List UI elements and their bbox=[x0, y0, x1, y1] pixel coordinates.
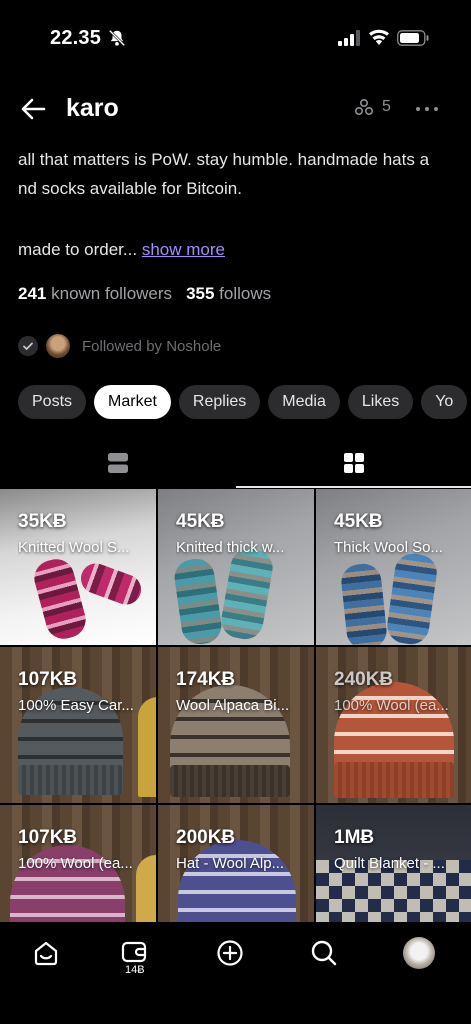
bio-line: nd socks available for Bitcoin. bbox=[18, 179, 242, 198]
product-card[interactable]: 45KɃ Thick Wool So... bbox=[316, 489, 471, 645]
product-price: 240KɃ bbox=[334, 669, 394, 690]
product-card[interactable]: 107KɃ 100% Wool (ea... bbox=[0, 805, 156, 922]
compose-plus-icon[interactable] bbox=[215, 938, 245, 968]
tab-market[interactable]: Market bbox=[94, 385, 171, 419]
show-more-link[interactable]: show more bbox=[142, 240, 225, 259]
product-title: Hat - Wool Alp... bbox=[176, 855, 285, 872]
list-view-button[interactable] bbox=[0, 440, 235, 486]
product-price: 107KɃ bbox=[18, 827, 78, 848]
product-grid: 35KɃ Knitted Wool S... 45KɃ Knitted thic… bbox=[0, 489, 471, 922]
profile-bio: all that matters is PoW. stay humble. ha… bbox=[18, 145, 458, 203]
zap-icon bbox=[354, 98, 374, 116]
product-image bbox=[339, 562, 389, 645]
active-view-indicator bbox=[236, 486, 471, 488]
tab-replies[interactable]: Replies bbox=[178, 385, 261, 419]
followers-label: known followers bbox=[51, 284, 173, 303]
product-title: 100% Wool (ea... bbox=[18, 855, 133, 872]
product-card[interactable]: 107KɃ 100% Easy Car... bbox=[0, 647, 156, 803]
product-price: 35KɃ bbox=[18, 511, 67, 532]
status-bar: 22.35 bbox=[0, 0, 471, 78]
product-card[interactable]: 45KɃ Knitted thick w... bbox=[158, 489, 314, 645]
follow-stats: 241 known followers 355 follows bbox=[18, 284, 271, 304]
followed-by-row[interactable]: Followed by Noshole bbox=[18, 334, 221, 358]
cellular-signal-icon bbox=[338, 30, 360, 46]
product-price: 200KɃ bbox=[176, 827, 236, 848]
product-title: Quilt Blanket - ... bbox=[334, 855, 445, 872]
bio-line: made to order... bbox=[18, 240, 138, 259]
product-card[interactable]: 35KɃ Knitted Wool S... bbox=[0, 489, 156, 645]
follows-label: follows bbox=[219, 284, 272, 303]
product-title: Knitted Wool S... bbox=[18, 539, 130, 556]
more-options-icon[interactable] bbox=[414, 98, 440, 120]
bell-off-icon bbox=[108, 29, 126, 47]
grid-view-button[interactable] bbox=[236, 440, 471, 486]
zap-count-button[interactable]: 5 bbox=[354, 97, 391, 117]
profile-header: karo 5 bbox=[0, 88, 471, 130]
product-price: 174KɃ bbox=[176, 669, 236, 690]
follows-link[interactable]: 355 follows bbox=[186, 284, 271, 303]
product-image bbox=[178, 840, 296, 922]
bio-truncated: made to order... show more bbox=[18, 235, 225, 264]
product-image bbox=[172, 556, 224, 645]
wallet-balance: 14Ƀ bbox=[125, 964, 145, 976]
list-view-icon bbox=[107, 453, 128, 473]
tab-posts[interactable]: Posts bbox=[18, 385, 87, 419]
product-title: Knitted thick w... bbox=[176, 539, 285, 556]
product-price: 45KɃ bbox=[334, 511, 383, 532]
check-icon bbox=[18, 336, 38, 356]
followed-by-text: Followed by Noshole bbox=[82, 337, 222, 355]
product-title: 100% Wool (ea... bbox=[334, 697, 449, 714]
product-title: Wool Alpaca Bi... bbox=[176, 697, 290, 714]
product-card[interactable]: 1MɃ Quilt Blanket - ... bbox=[316, 805, 471, 922]
product-card[interactable]: 200KɃ Hat - Wool Alp... bbox=[158, 805, 314, 922]
profile-avatar[interactable] bbox=[403, 937, 435, 969]
profile-name: karo bbox=[66, 94, 119, 122]
wifi-icon bbox=[369, 29, 389, 45]
profile-tabs: Posts Market Replies Media Likes Yo bbox=[18, 385, 471, 419]
product-card[interactable]: 174KɃ Wool Alpaca Bi... bbox=[158, 647, 314, 803]
battery-icon bbox=[397, 30, 429, 46]
status-time: 22.35 bbox=[50, 27, 102, 49]
product-image bbox=[30, 555, 90, 643]
product-card[interactable]: 240KɃ 100% Wool (ea... bbox=[316, 647, 471, 803]
bottom-navigation: 14Ƀ bbox=[0, 922, 471, 1024]
follows-count: 355 bbox=[186, 284, 215, 303]
followers-count: 241 bbox=[18, 284, 47, 303]
product-title: Thick Wool So... bbox=[334, 539, 443, 556]
grid-view-icon bbox=[343, 453, 364, 473]
follower-avatar bbox=[46, 334, 70, 358]
tab-yo[interactable]: Yo bbox=[421, 385, 468, 419]
product-price: 1MɃ bbox=[334, 827, 375, 848]
product-title: 100% Easy Car... bbox=[18, 697, 134, 714]
product-price: 107KɃ bbox=[18, 669, 78, 690]
home-icon[interactable] bbox=[31, 938, 61, 968]
tab-media[interactable]: Media bbox=[268, 385, 340, 419]
zap-count: 5 bbox=[382, 98, 391, 115]
tab-likes[interactable]: Likes bbox=[347, 385, 414, 419]
view-toggle bbox=[0, 440, 471, 488]
followers-link[interactable]: 241 known followers bbox=[18, 284, 172, 303]
search-icon[interactable] bbox=[309, 938, 339, 968]
bio-line: all that matters is PoW. stay humble. ha… bbox=[18, 150, 430, 169]
back-arrow-icon[interactable] bbox=[20, 96, 46, 122]
product-price: 45KɃ bbox=[176, 511, 225, 532]
